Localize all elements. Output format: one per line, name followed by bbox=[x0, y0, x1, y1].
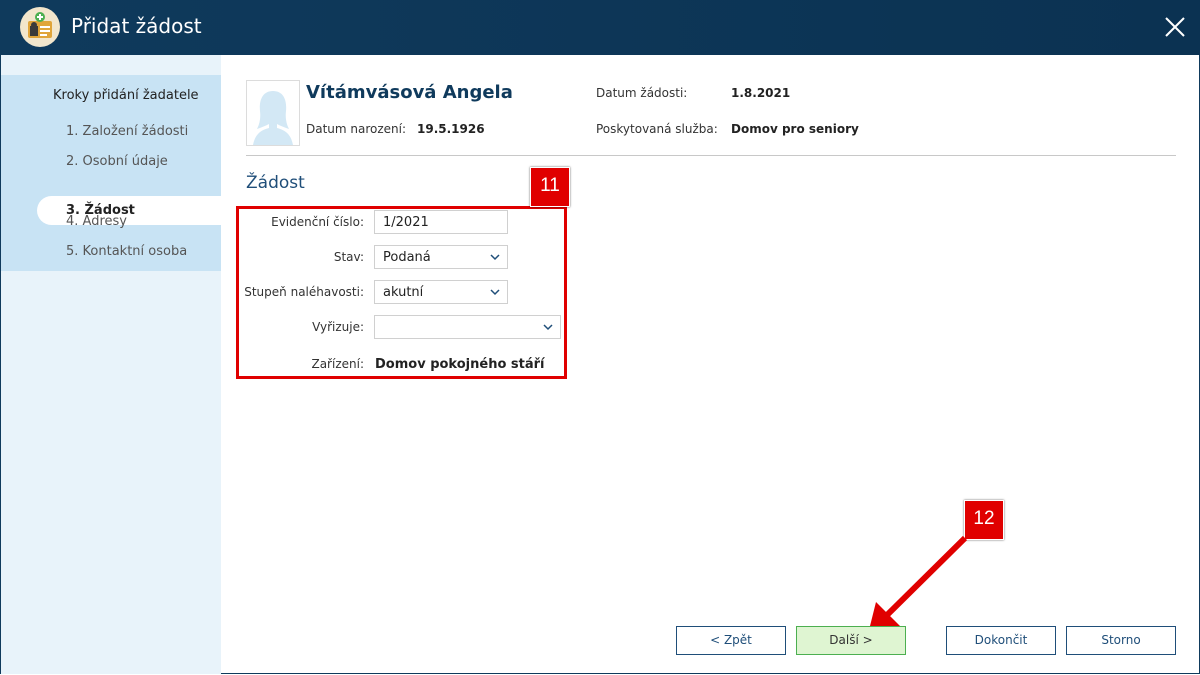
service-label: Poskytovaná služba: bbox=[596, 122, 718, 136]
applicant-name: Vítámvásová Angela bbox=[306, 82, 513, 103]
header-divider bbox=[246, 155, 1176, 156]
avatar bbox=[246, 80, 300, 146]
step-item-personal-data[interactable]: 2. Osobní údaje bbox=[66, 154, 168, 169]
steps-panel: Kroky přidání žadatele 1. Založení žádos… bbox=[1, 75, 221, 271]
request-date-label: Datum žádosti: bbox=[596, 86, 688, 100]
close-icon[interactable] bbox=[1160, 12, 1190, 42]
step-item-contact-person[interactable]: 5. Kontaktní osoba bbox=[66, 244, 187, 259]
birth-date-label: Datum narození: bbox=[306, 122, 407, 136]
step-item-founding[interactable]: 1. Založení žádosti bbox=[66, 124, 188, 139]
service-value: Domov pro seniory bbox=[731, 122, 859, 136]
add-request-app-icon bbox=[20, 7, 60, 47]
next-button[interactable]: Další > bbox=[796, 626, 906, 655]
section-title: Žádost bbox=[246, 173, 305, 193]
title-bar: Přidat žádost bbox=[0, 0, 1200, 55]
birth-date-value: 19.5.1926 bbox=[417, 122, 485, 136]
cancel-button[interactable]: Storno bbox=[1066, 626, 1176, 655]
finish-button[interactable]: Dokončit bbox=[946, 626, 1056, 655]
back-button[interactable]: < Zpět bbox=[676, 626, 786, 655]
window-title: Přidat žádost bbox=[71, 14, 202, 38]
sidebar: Kroky přidání žadatele 1. Založení žádos… bbox=[1, 55, 221, 674]
step-item-request[interactable]: 3. Žádost bbox=[37, 196, 221, 225]
callout-badge-11: 11 bbox=[530, 167, 570, 207]
step-item-addresses[interactable]: 4. Adresy bbox=[66, 214, 127, 229]
steps-heading: Kroky přidání žadatele bbox=[53, 88, 199, 103]
request-date-value: 1.8.2021 bbox=[731, 86, 791, 100]
form-highlight-box bbox=[236, 206, 567, 379]
